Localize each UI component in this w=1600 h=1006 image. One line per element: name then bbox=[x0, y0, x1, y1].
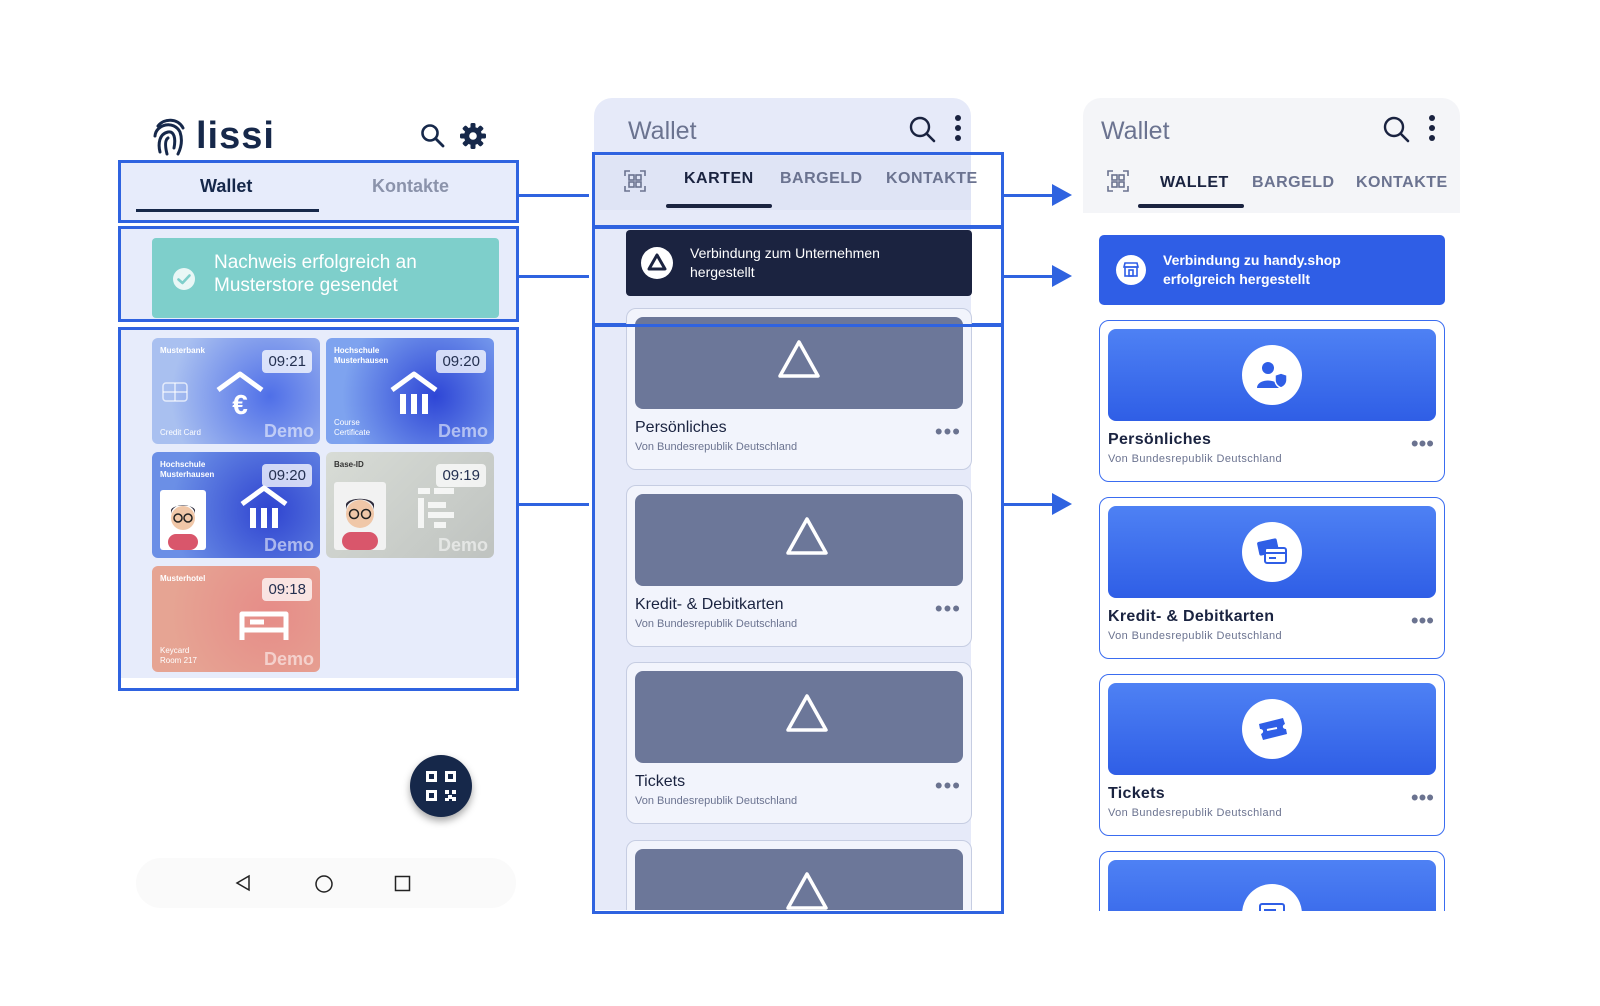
credit-card-icon bbox=[1257, 538, 1287, 564]
banner-line-1: Verbindung zu handy.shop bbox=[1163, 252, 1341, 268]
connector-line bbox=[519, 503, 589, 506]
qr-scan-icon[interactable] bbox=[1107, 170, 1129, 192]
more-options-icon[interactable]: ••• bbox=[1411, 610, 1434, 632]
card-title: Kredit- & Debitkarten bbox=[1108, 608, 1275, 625]
wallet-category-card[interactable]: Kredit- & Debitkarten Von Bundesrepublik… bbox=[1099, 497, 1445, 659]
logo-text: lissi bbox=[196, 114, 275, 157]
card-title: Persönliches bbox=[1108, 431, 1212, 448]
card-header-image bbox=[1108, 506, 1436, 598]
person-shield-icon bbox=[1257, 362, 1288, 389]
card-subtitle: Von Bundesrepublik Deutschland bbox=[1108, 807, 1283, 819]
wallet-category-card[interactable]: Persönliches Von Bundesrepublik Deutschl… bbox=[1099, 320, 1445, 482]
qr-code-icon bbox=[426, 771, 456, 801]
card-header-image bbox=[1108, 329, 1436, 421]
search-icon[interactable] bbox=[908, 115, 936, 143]
tab-bargeld[interactable]: BARGELD bbox=[1252, 174, 1335, 192]
wallet-category-card-partial bbox=[1099, 851, 1445, 911]
card-subtitle: Von Bundesrepublik Deutschland bbox=[1108, 453, 1283, 465]
android-nav-bar bbox=[136, 858, 516, 908]
search-icon[interactable] bbox=[1382, 115, 1410, 143]
wallet-category-card[interactable]: Tickets Von Bundesrepublik Deutschland •… bbox=[1099, 674, 1445, 836]
card-header-image bbox=[1108, 683, 1436, 775]
connector-line bbox=[519, 275, 589, 278]
home-icon[interactable] bbox=[314, 874, 334, 894]
card-title: Tickets bbox=[1108, 785, 1165, 802]
highlight-box-cards bbox=[118, 327, 519, 691]
tab-wallet[interactable]: WALLET bbox=[1160, 174, 1229, 192]
scan-qr-fab[interactable] bbox=[410, 755, 472, 817]
certificate-icon bbox=[1259, 903, 1285, 911]
highlight-box-cards bbox=[592, 324, 1004, 914]
fingerprint-icon bbox=[153, 118, 185, 156]
highlight-box-tabs bbox=[118, 160, 519, 223]
shop-icon bbox=[1116, 255, 1146, 285]
page-title: Wallet bbox=[1101, 117, 1170, 145]
connector-line bbox=[1004, 275, 1056, 278]
tab-kontakte[interactable]: KONTAKTE bbox=[1356, 174, 1448, 192]
connector-line bbox=[1004, 503, 1056, 506]
arrow-right-icon bbox=[1052, 265, 1072, 287]
more-vert-icon[interactable] bbox=[954, 114, 962, 142]
arrow-right-icon bbox=[1052, 184, 1072, 206]
gear-icon[interactable] bbox=[458, 121, 488, 151]
page-title: Wallet bbox=[628, 117, 697, 145]
lissi-logo: lissi bbox=[150, 114, 275, 158]
more-options-icon[interactable]: ••• bbox=[1411, 787, 1434, 809]
ticket-icon bbox=[1259, 718, 1287, 740]
connector-line bbox=[1004, 194, 1056, 197]
active-tab-indicator bbox=[1138, 204, 1244, 208]
highlight-box-toast bbox=[118, 226, 519, 322]
banner-line-2: erfolgreich hergestellt bbox=[1163, 271, 1311, 287]
connection-banner: Verbindung zu handy.shop erfolgreich her… bbox=[1099, 235, 1445, 305]
search-icon[interactable] bbox=[420, 123, 446, 149]
connector-line bbox=[519, 194, 589, 197]
arrow-right-icon bbox=[1052, 493, 1072, 515]
more-vert-icon[interactable] bbox=[1428, 114, 1436, 142]
card-subtitle: Von Bundesrepublik Deutschland bbox=[1108, 630, 1283, 642]
highlight-box-tabs bbox=[592, 152, 1004, 228]
back-icon[interactable] bbox=[234, 874, 252, 892]
recents-icon[interactable] bbox=[394, 875, 411, 892]
more-options-icon[interactable]: ••• bbox=[1411, 433, 1434, 455]
